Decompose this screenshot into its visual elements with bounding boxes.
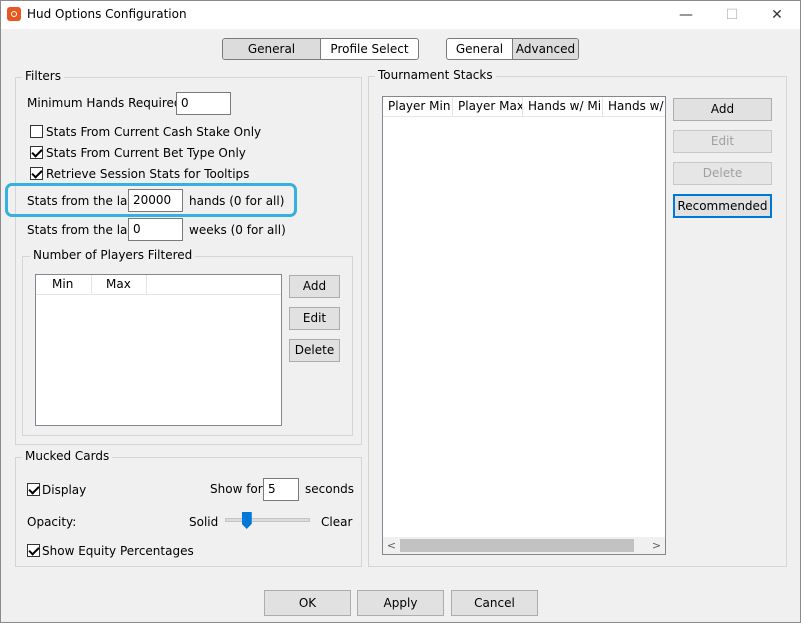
equity-checkbox[interactable] — [27, 544, 40, 557]
col-hands-with-min[interactable]: Hands w/ Min — [523, 97, 603, 116]
col-min[interactable]: Min — [36, 275, 92, 294]
tournament-delete-button[interactable]: Delete — [673, 162, 772, 185]
col-hands-with-max[interactable]: Hands w/ M — [603, 97, 665, 116]
players-list-header: Min Max — [36, 275, 281, 295]
bet-type-checkbox[interactable] — [30, 146, 43, 159]
players-filter-legend: Number of Players Filtered — [30, 248, 196, 262]
players-edit-button[interactable]: Edit — [289, 307, 340, 330]
col-player-max[interactable]: Player Max — [453, 97, 523, 116]
players-listview[interactable]: Min Max — [35, 274, 282, 426]
col-max[interactable]: Max — [92, 275, 147, 294]
apply-button[interactable]: Apply — [357, 590, 444, 616]
title-bar: Hud Options Configuration — ☐ ✕ — [1, 1, 800, 29]
tab-general-settings[interactable]: General Settings — [223, 39, 321, 59]
players-delete-button[interactable]: Delete — [289, 339, 340, 362]
players-add-button[interactable]: Add — [289, 275, 340, 298]
min-hands-input[interactable]: 0 — [176, 92, 231, 115]
mode-tab-group: General Advanced — [446, 38, 579, 60]
cancel-button[interactable]: Cancel — [451, 590, 538, 616]
col-player-min[interactable]: Player Min — [383, 97, 453, 116]
close-button[interactable]: ✕ — [754, 1, 800, 29]
equity-label: Show Equity Percentages — [42, 544, 194, 558]
show-for-label: Show for — [210, 482, 263, 496]
session-stats-checkbox[interactable] — [30, 167, 43, 180]
app-logo-icon — [7, 7, 21, 21]
recommended-button[interactable]: Recommended — [673, 194, 772, 218]
display-checkbox[interactable] — [27, 483, 40, 496]
display-label: Display — [42, 483, 87, 497]
horizontal-scrollbar[interactable]: < > — [383, 537, 665, 554]
stats-hands-prefix: Stats from the last — [27, 194, 139, 208]
bet-type-label: Stats From Current Bet Type Only — [46, 146, 246, 160]
show-for-input[interactable]: 5 — [263, 478, 299, 501]
stats-hands-input[interactable]: 20000 — [128, 189, 183, 212]
scroll-left-icon[interactable]: < — [383, 537, 400, 554]
window-title: Hud Options Configuration — [27, 7, 187, 21]
tournament-edit-button[interactable]: Edit — [673, 130, 772, 153]
maximize-button[interactable]: ☐ — [709, 1, 755, 29]
opacity-slider-track[interactable] — [225, 512, 310, 529]
seconds-label: seconds — [305, 482, 355, 496]
minimize-button[interactable]: — — [663, 1, 709, 29]
session-stats-label: Retrieve Session Stats for Tooltips — [46, 167, 250, 181]
min-hands-label: Minimum Hands Required: — [27, 96, 186, 110]
scroll-right-icon[interactable]: > — [648, 537, 665, 554]
tab-profile-select[interactable]: Profile Select — [321, 39, 418, 59]
tab-advanced[interactable]: Advanced — [513, 39, 578, 59]
tournament-stacks-legend: Tournament Stacks — [375, 68, 496, 82]
settings-tab-group: General Settings Profile Select — [222, 38, 419, 60]
stats-hands-suffix: hands (0 for all) — [189, 194, 285, 208]
ok-button[interactable]: OK — [264, 590, 351, 616]
filters-legend: Filters — [22, 69, 64, 83]
cash-stake-label: Stats From Current Cash Stake Only — [46, 125, 262, 139]
opacity-label: Opacity: — [27, 515, 77, 529]
cash-stake-checkbox[interactable] — [30, 125, 43, 138]
tab-general[interactable]: General — [447, 39, 513, 59]
mucked-cards-legend: Mucked Cards — [22, 449, 113, 463]
tournament-add-button[interactable]: Add — [673, 98, 772, 121]
stats-weeks-suffix: weeks (0 for all) — [189, 223, 286, 237]
scrollbar-thumb[interactable] — [400, 539, 634, 552]
tournament-list-header: Player Min Player Max Hands w/ Min Hands… — [383, 97, 665, 117]
clear-label: Clear — [321, 515, 353, 529]
stats-weeks-prefix: Stats from the last — [27, 223, 139, 237]
dialog-window: Hud Options Configuration — ☐ ✕ General … — [0, 0, 801, 623]
solid-label: Solid — [189, 515, 219, 529]
stats-weeks-input[interactable]: 0 — [128, 218, 183, 241]
tournament-listview[interactable]: Player Min Player Max Hands w/ Min Hands… — [382, 96, 666, 555]
